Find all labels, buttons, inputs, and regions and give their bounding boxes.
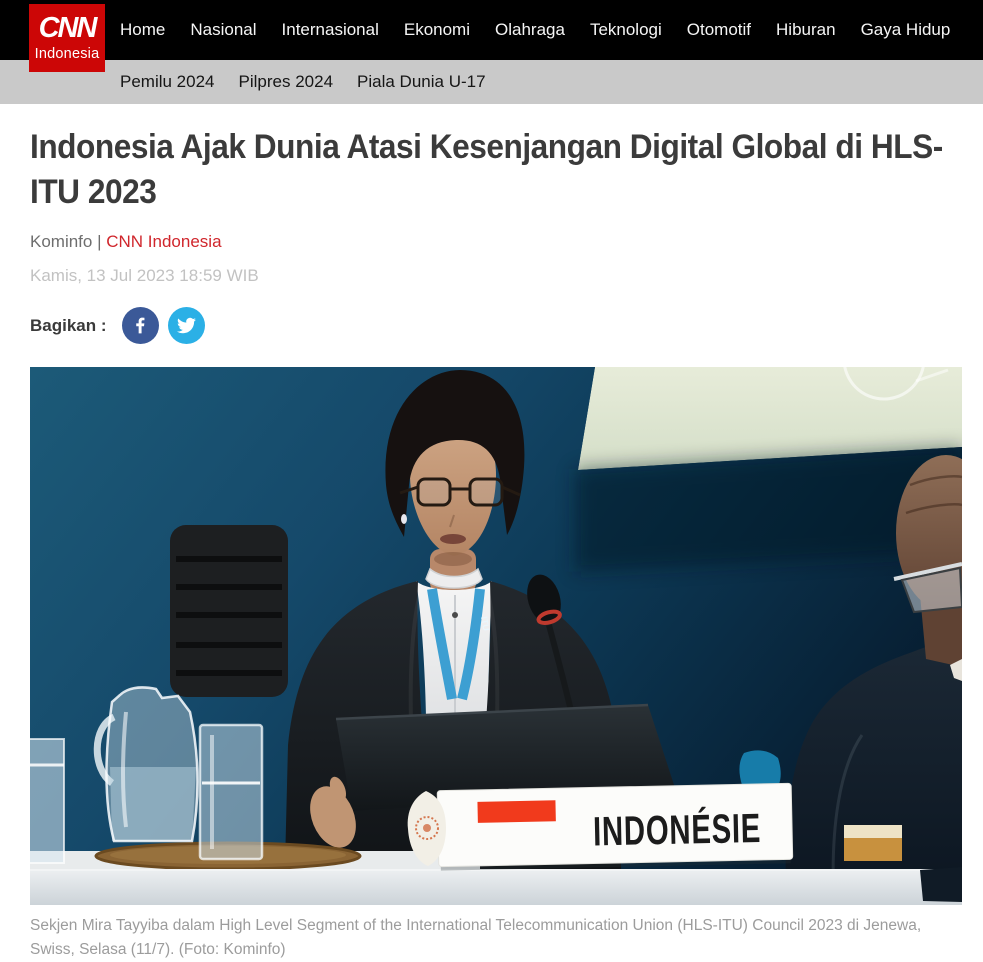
article-date: Kamis, 13 Jul 2023 18:59 WIB xyxy=(30,266,953,286)
sub-navbar: Pemilu 2024 Pilpres 2024 Piala Dunia U-1… xyxy=(0,60,983,104)
subnav-item-pemilu-2024[interactable]: Pemilu 2024 xyxy=(120,72,215,92)
article-title: Indonesia Ajak Dunia Atasi Kesenjangan D… xyxy=(30,125,946,215)
share-row: Bagikan : xyxy=(30,307,953,344)
indonesia-flag-icon xyxy=(477,801,555,824)
cnn-indonesia-logo[interactable]: CNN Indonesia xyxy=(29,4,105,72)
twitter-share-button[interactable] xyxy=(168,307,205,344)
nav-item-ekonomi[interactable]: Ekonomi xyxy=(404,20,470,40)
main-menu: Home Nasional Internasional Ekonomi Olah… xyxy=(0,20,950,40)
subnav-item-pilpres-2024[interactable]: Pilpres 2024 xyxy=(239,72,334,92)
table-front-edge xyxy=(30,870,962,905)
article-photo-figure: ITU xyxy=(30,367,953,962)
byline: Kominfo | CNN Indonesia xyxy=(30,232,953,252)
water-glass-right xyxy=(200,725,262,859)
byline-source: Kominfo | xyxy=(30,232,102,251)
article: Indonesia Ajak Dunia Atasi Kesenjangan D… xyxy=(0,125,983,962)
facebook-icon xyxy=(131,316,150,335)
subnav-item-piala-dunia-u17[interactable]: Piala Dunia U-17 xyxy=(357,72,486,92)
byline-brand-link[interactable]: CNN Indonesia xyxy=(106,232,221,251)
nav-item-nasional[interactable]: Nasional xyxy=(190,20,256,40)
nav-item-otomotif[interactable]: Otomotif xyxy=(687,20,751,40)
nav-item-hiburan[interactable]: Hiburan xyxy=(776,20,836,40)
nav-item-olahraga[interactable]: Olahraga xyxy=(495,20,565,40)
share-label: Bagikan : xyxy=(30,316,107,336)
water-pitcher xyxy=(97,688,197,842)
placard-country-text: INDONÉSIE xyxy=(593,805,762,855)
facebook-share-button[interactable] xyxy=(122,307,159,344)
top-navbar: CNN Indonesia Home Nasional Internasiona… xyxy=(0,0,983,60)
earring xyxy=(401,514,407,524)
water-glass-left xyxy=(30,739,64,863)
page: CNN Indonesia Home Nasional Internasiona… xyxy=(0,0,983,962)
nav-item-teknologi[interactable]: Teknologi xyxy=(590,20,662,40)
nav-item-home[interactable]: Home xyxy=(120,20,165,40)
twitter-icon xyxy=(177,316,196,335)
logo-main-text: CNN xyxy=(39,14,96,43)
photo-caption: Sekjen Mira Tayyiba dalam High Level Seg… xyxy=(30,914,962,962)
logo-sub-text: Indonesia xyxy=(35,46,100,62)
mouth xyxy=(440,534,466,544)
article-photo: ITU xyxy=(30,367,962,905)
nav-item-internasional[interactable]: Internasional xyxy=(282,20,379,40)
juice-glass xyxy=(844,825,902,861)
nav-item-gaya-hidup[interactable]: Gaya Hidup xyxy=(861,20,951,40)
conference-chair xyxy=(170,525,288,697)
country-placard: INDONÉSIE xyxy=(437,784,793,871)
